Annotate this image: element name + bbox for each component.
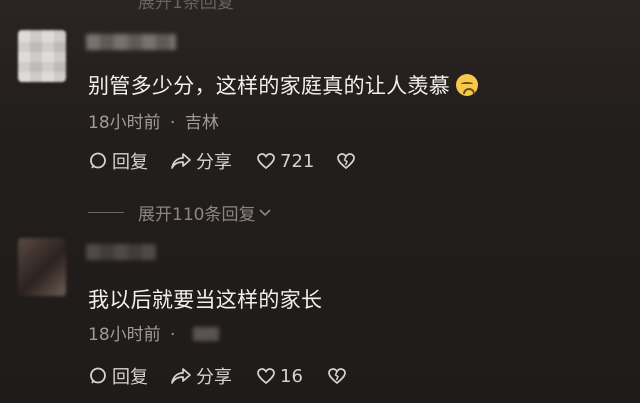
dislike-button[interactable] [327,367,351,385]
reply-label: 回复 [112,367,148,388]
comment-text: 我以后就要当这样的家长 [88,284,322,314]
comment-meta: 18小时前 · [88,320,219,345]
like-button[interactable]: 721 [256,151,314,172]
comment-actions: 回复 分享 16 [88,363,351,389]
meta-separator: · [170,113,176,133]
comment-text-content: 别管多少分，这样的家庭真的让人羡慕 [88,74,451,98]
comment-location-blurred [192,327,219,341]
share-arrow-icon [171,368,191,384]
share-label: 分享 [196,367,232,388]
expand-replies-label: 展开110条回复 [138,205,256,225]
heart-icon [257,153,275,170]
share-button[interactable]: 分享 [170,363,232,389]
reply-bubble-icon [90,152,106,169]
username-blurred[interactable] [86,244,156,260]
comment-meta: 18小时前 · 吉林 [88,108,219,133]
share-button[interactable]: 分享 [170,148,232,174]
username-blurred[interactable] [86,34,176,50]
previous-expand-replies[interactable]: 展开1条回复 [138,0,234,13]
comment-actions: 回复 分享 721 [88,148,360,174]
like-button[interactable]: 16 [256,366,303,387]
comment-time: 18小时前 [88,113,161,133]
avatar[interactable] [18,30,66,82]
expand-replies-button[interactable]: 展开110条回复 [88,200,272,225]
heart-icon [257,368,275,385]
share-label: 分享 [196,152,232,173]
reply-bubble-icon [90,367,106,384]
comment-location: 吉林 [184,113,219,133]
meta-separator: · [170,325,176,345]
chevron-down-icon [259,208,272,216]
comment-text: 别管多少分，这样的家庭真的让人羡慕 [88,70,479,100]
crying-face-icon [456,74,479,96]
comment-time: 18小时前 [88,325,161,345]
avatar[interactable] [18,238,66,296]
reply-button[interactable]: 回复 [88,148,148,174]
like-count: 721 [280,150,315,172]
broken-heart-icon [337,153,356,170]
share-arrow-icon [171,153,191,169]
dislike-button[interactable] [336,152,360,170]
like-count: 16 [280,365,303,387]
divider-line [88,212,124,213]
reply-button[interactable]: 回复 [88,363,148,389]
broken-heart-icon [328,368,346,385]
comment-text-content: 我以后就要当这样的家长 [88,288,323,312]
reply-label: 回复 [112,152,148,173]
